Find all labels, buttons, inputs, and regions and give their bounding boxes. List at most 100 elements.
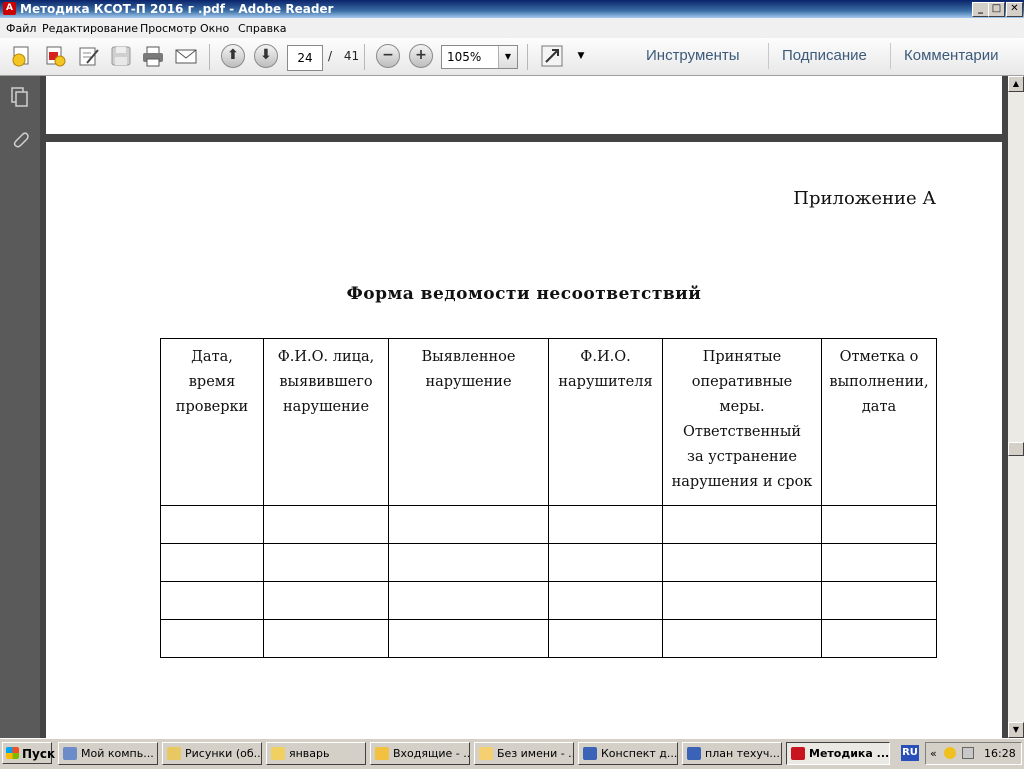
navigation-pane [0, 76, 40, 738]
fit-window-button[interactable] [540, 44, 564, 68]
menu-view[interactable]: Просмотр [140, 22, 196, 35]
adobe-reader-window: A Методика КСОТ-П 2016 г .pdf - Adobe Re… [0, 0, 1024, 769]
close-button[interactable]: ✕ [1006, 2, 1023, 17]
create-pdf-button[interactable] [10, 44, 34, 68]
table-cell [160, 619, 264, 658]
menu-help[interactable]: Справка [238, 22, 286, 35]
toolbar-separator [209, 44, 210, 70]
table-cell [548, 581, 663, 620]
minimize-button[interactable]: _ [972, 2, 989, 17]
taskbar-item-label: Входящие - ... [393, 747, 470, 760]
page-separator: / [328, 49, 333, 63]
zoom-out-button[interactable]: − [376, 44, 400, 68]
tools-tab[interactable]: Инструменты [646, 47, 740, 64]
pdf-tools-button[interactable] [43, 44, 67, 68]
edit-document-icon [79, 47, 99, 66]
computer-icon [63, 747, 77, 760]
header-text-line: время [188, 374, 236, 390]
taskbar-item-label: январь [289, 747, 330, 760]
header-text-line: Выявленное [421, 349, 516, 365]
start-button[interactable]: Пуск [2, 742, 55, 764]
taskbar-item[interactable]: Мой компь... [58, 742, 158, 765]
header-text-line: Ответственный [682, 424, 802, 440]
chevron-down-icon[interactable]: ▼ [498, 46, 517, 68]
scroll-thumb[interactable] [1008, 442, 1024, 456]
table-cell [263, 505, 389, 544]
taskbar-item[interactable]: Рисунки (об... [162, 742, 262, 765]
toolbar-separator [527, 44, 528, 70]
header-text-line: дата [861, 399, 897, 415]
table-cell [263, 619, 389, 658]
page-number-input[interactable] [287, 45, 323, 71]
word-document-icon [583, 747, 597, 760]
taskbar-item[interactable]: план техуч... [682, 742, 782, 765]
edit-button[interactable] [77, 44, 101, 68]
table-cell [160, 505, 264, 544]
pdf-icon [791, 747, 805, 760]
minus-icon: − [382, 47, 394, 63]
header-text-line: проверки [175, 399, 249, 415]
menu-file[interactable]: Файл [6, 22, 36, 35]
table-header-cell: Выявленное нарушение [388, 338, 549, 506]
folder-icon [271, 747, 285, 760]
form-title: Форма ведомости несоответствий [346, 284, 702, 304]
messenger-icon[interactable] [944, 747, 956, 759]
table-header-cell: Принятые оперативные меры. Ответственный за … [662, 338, 822, 506]
vertical-scrollbar[interactable]: ▲ ▼ [1008, 76, 1024, 738]
sign-tab[interactable]: Подписание [782, 47, 867, 64]
print-button[interactable] [141, 44, 165, 68]
taskbar-item-label: план техуч... [705, 747, 780, 760]
taskbar-item[interactable]: январь [266, 742, 366, 765]
scroll-down-button[interactable]: ▼ [1008, 722, 1024, 738]
scroll-up-button[interactable]: ▲ [1008, 76, 1024, 92]
table-header-cell: Ф.И.О. лица, выявившего нарушение [263, 338, 389, 506]
comments-tab[interactable]: Комментарии [904, 47, 998, 64]
header-text-line: нарушения и срок [671, 474, 813, 490]
document-viewport[interactable]: Приложение А Форма ведомости несоответст… [40, 76, 1008, 738]
clock[interactable]: 16:28 [984, 747, 1016, 760]
attachments-button[interactable] [9, 128, 31, 150]
zoom-in-button[interactable]: + [409, 44, 433, 68]
header-text-line: Дата, [191, 349, 233, 365]
header-text-line: оперативные [691, 374, 793, 390]
taskbar-item-label: Методика ... [809, 747, 890, 760]
menu-window[interactable]: Окно [200, 22, 229, 35]
mail-compose-icon [479, 747, 493, 760]
taskbar-item[interactable]: Входящие - ... [370, 742, 470, 765]
pdf-tools-icon [46, 46, 66, 67]
page-thumbnails-icon [11, 87, 28, 107]
taskbar-item-label: Без имени - ... [497, 747, 574, 760]
header-text-line: Ф.И.О. [580, 349, 631, 365]
triangle-up-icon: ▲ [1012, 79, 1020, 88]
table-cell [662, 543, 822, 582]
save-button[interactable] [109, 44, 133, 68]
previous-page-button[interactable]: ⬆ [221, 44, 245, 68]
network-icon[interactable] [962, 747, 974, 759]
taskbar-item[interactable]: Без имени - ... [474, 742, 574, 765]
next-page-button[interactable]: ⬇ [254, 44, 278, 68]
language-indicator[interactable]: RU [901, 745, 919, 761]
arrow-down-icon: ⬇ [260, 47, 272, 63]
adobe-reader-icon: A [3, 2, 16, 15]
taskbar-item[interactable]: Конспект д... [578, 742, 678, 765]
page-thumbnails-button[interactable] [9, 86, 31, 108]
table-row [160, 543, 937, 582]
word-document-icon [687, 747, 701, 760]
taskbar-item-active[interactable]: Методика ... [786, 742, 890, 765]
menu-edit[interactable]: Редактирование [42, 22, 138, 35]
maximize-button[interactable]: □ [988, 2, 1005, 17]
title-bar: A Методика КСОТ-П 2016 г .pdf - Adobe Re… [0, 0, 1024, 18]
show-hidden-icons-button[interactable]: « [930, 747, 937, 760]
table-cell [263, 543, 389, 582]
chevron-down-icon: ▼ [577, 51, 585, 61]
header-text-line: Ф.И.О. лица, [277, 349, 375, 365]
table-cell [821, 543, 937, 582]
table-cell [548, 505, 663, 544]
toolbar-options-dropdown[interactable]: ▼ [574, 44, 588, 68]
table-cell [548, 619, 663, 658]
zoom-value: 105% [447, 50, 482, 64]
zoom-select[interactable]: 105% ▼ [441, 45, 518, 69]
table-cell [160, 543, 264, 582]
email-button[interactable] [174, 44, 198, 68]
windows-logo-icon [6, 747, 19, 759]
